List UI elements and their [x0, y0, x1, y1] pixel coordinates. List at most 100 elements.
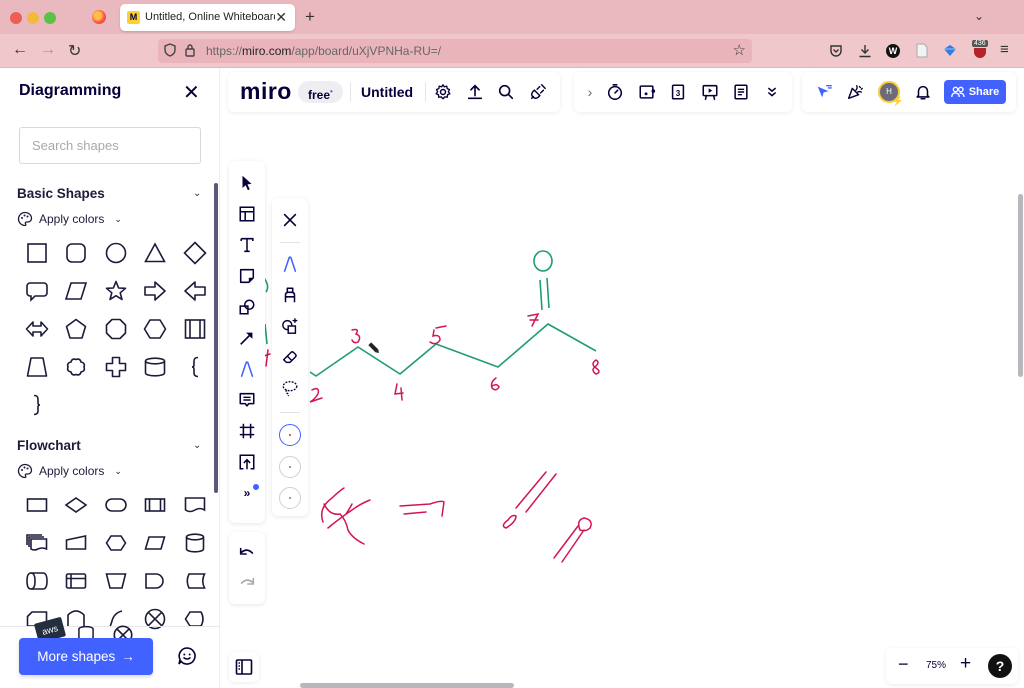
voting-card-icon[interactable]: [637, 82, 657, 102]
browser-tab-active[interactable]: M Untitled, Online Whiteboard for Visual…: [120, 4, 295, 31]
timer-icon[interactable]: [605, 82, 625, 102]
close-tab-icon[interactable]: ✕: [275, 9, 287, 26]
shape-triangle[interactable]: [136, 234, 176, 272]
notifications-bell-icon[interactable]: [913, 82, 933, 102]
bitwarden-extension-icon[interactable]: [943, 44, 957, 57]
flow-display[interactable]: [175, 600, 215, 638]
shape-cylinder[interactable]: [136, 348, 176, 386]
horizontal-scrollbar[interactable]: [300, 683, 514, 688]
zoom-out-button[interactable]: −: [898, 654, 909, 675]
plan-badge[interactable]: free•: [298, 81, 343, 103]
list-all-tabs-icon[interactable]: ⌄: [974, 9, 984, 23]
flow-predefined[interactable]: [136, 486, 176, 524]
close-window-button[interactable]: [10, 12, 22, 24]
zoom-level[interactable]: 75%: [926, 660, 946, 671]
shape-rhombus[interactable]: [175, 234, 215, 272]
board-name[interactable]: Untitled: [361, 84, 413, 100]
stroke-size-small[interactable]: [279, 424, 301, 446]
close-pen-options-button[interactable]: [278, 208, 302, 232]
url-text[interactable]: https://miro.com/app/board/uXjVPNHa-RU=/: [206, 44, 441, 58]
shape-pentagon[interactable]: [57, 310, 97, 348]
calendar-three-icon[interactable]: 3: [668, 82, 688, 102]
presentation-play-icon[interactable]: [700, 82, 720, 102]
help-button[interactable]: ?: [988, 654, 1012, 678]
back-icon[interactable]: ←: [12, 41, 28, 59]
flow-internal-storage[interactable]: [57, 562, 97, 600]
shape-hexagon[interactable]: [136, 310, 176, 348]
notes-document-icon[interactable]: [731, 82, 751, 102]
lock-icon[interactable]: [184, 43, 196, 57]
flow-decision[interactable]: [57, 486, 97, 524]
integrations-plug-icon[interactable]: [528, 82, 548, 102]
flow-delay[interactable]: [136, 562, 176, 600]
more-shapes-button[interactable]: More shapes →: [19, 638, 153, 675]
tool-frame[interactable]: [235, 419, 259, 443]
drawing-layer[interactable]: [220, 68, 1024, 688]
pocket-icon[interactable]: [829, 44, 843, 58]
tool-select[interactable]: [235, 171, 259, 195]
flow-preparation[interactable]: [96, 524, 136, 562]
highlighter-tool-option[interactable]: [278, 283, 302, 307]
ublock-extension-icon[interactable]: [974, 48, 986, 58]
shape-double-arrow[interactable]: [17, 310, 57, 348]
firefox-icon[interactable]: [92, 10, 106, 24]
apply-colors-flowchart[interactable]: Apply colors ⌄: [17, 463, 122, 479]
share-button[interactable]: Share: [944, 80, 1006, 104]
shape-rectangle[interactable]: [17, 234, 57, 272]
bookmark-star-icon[interactable]: ☆: [733, 41, 746, 59]
stroke-size-large[interactable]: [279, 487, 301, 509]
smart-drawing-option[interactable]: [278, 314, 302, 338]
tool-comment[interactable]: [235, 388, 259, 412]
redo-button[interactable]: [235, 572, 259, 596]
pen-tool-option[interactable]: [278, 252, 302, 276]
shape-star[interactable]: [96, 272, 136, 310]
shape-arrow-left[interactable]: [175, 272, 215, 310]
reload-icon[interactable]: ↻: [68, 41, 81, 61]
flow-data[interactable]: [136, 524, 176, 562]
minimize-window-button[interactable]: [27, 12, 39, 24]
flow-terminator[interactable]: [96, 486, 136, 524]
forward-icon[interactable]: →: [40, 41, 56, 59]
cursor-follow-icon[interactable]: [814, 82, 834, 102]
sidebar-scrollbar[interactable]: [214, 183, 218, 493]
vertical-scrollbar[interactable]: [1018, 194, 1023, 377]
shape-cloud[interactable]: [57, 348, 97, 386]
board-canvas[interactable]: [220, 68, 1024, 688]
tool-shapes[interactable]: [235, 295, 259, 319]
flow-stored-data[interactable]: [175, 562, 215, 600]
section-flowchart-title[interactable]: Flowchart: [17, 438, 81, 453]
flow-process[interactable]: [17, 486, 57, 524]
expand-tools-chevron-icon[interactable]: ›: [580, 82, 600, 102]
url-bar[interactable]: https://miro.com/app/board/uXjVPNHa-RU=/…: [158, 39, 752, 63]
wikipedia-extension-icon[interactable]: W: [886, 44, 900, 58]
flow-summing-junction[interactable]: [136, 600, 176, 638]
search-shapes-input[interactable]: [19, 127, 201, 164]
flow-database[interactable]: [175, 524, 215, 562]
maximize-window-button[interactable]: [44, 12, 56, 24]
reactions-party-icon[interactable]: [845, 82, 865, 102]
shape-parallelogram[interactable]: [57, 272, 97, 310]
board-panel-toggle[interactable]: [229, 652, 259, 682]
tool-sticky-note[interactable]: [235, 264, 259, 288]
tool-connection-line[interactable]: [235, 326, 259, 350]
shape-cross[interactable]: [96, 348, 136, 386]
shape-right-brace[interactable]: [17, 386, 57, 424]
tool-templates[interactable]: [235, 202, 259, 226]
shape-octagon[interactable]: [96, 310, 136, 348]
export-upload-icon[interactable]: [465, 82, 485, 102]
download-icon[interactable]: [858, 44, 872, 58]
settings-gear-icon[interactable]: [433, 82, 453, 102]
lasso-tool-option[interactable]: [278, 376, 302, 400]
undo-button[interactable]: [235, 542, 259, 566]
apply-colors-basic[interactable]: Apply colors ⌄: [17, 211, 122, 227]
flow-direct-access[interactable]: [17, 562, 57, 600]
shape-left-brace[interactable]: [175, 348, 215, 386]
search-icon[interactable]: [496, 82, 516, 102]
flow-multi-document[interactable]: [17, 524, 57, 562]
close-panel-icon[interactable]: ✕: [183, 80, 200, 105]
shape-rounded-rectangle[interactable]: [57, 234, 97, 272]
miro-logo[interactable]: miro: [240, 78, 292, 105]
shape-predefined-process[interactable]: [175, 310, 215, 348]
new-tab-button[interactable]: +: [305, 7, 315, 27]
chevron-down-icon[interactable]: ⌄: [193, 440, 201, 451]
